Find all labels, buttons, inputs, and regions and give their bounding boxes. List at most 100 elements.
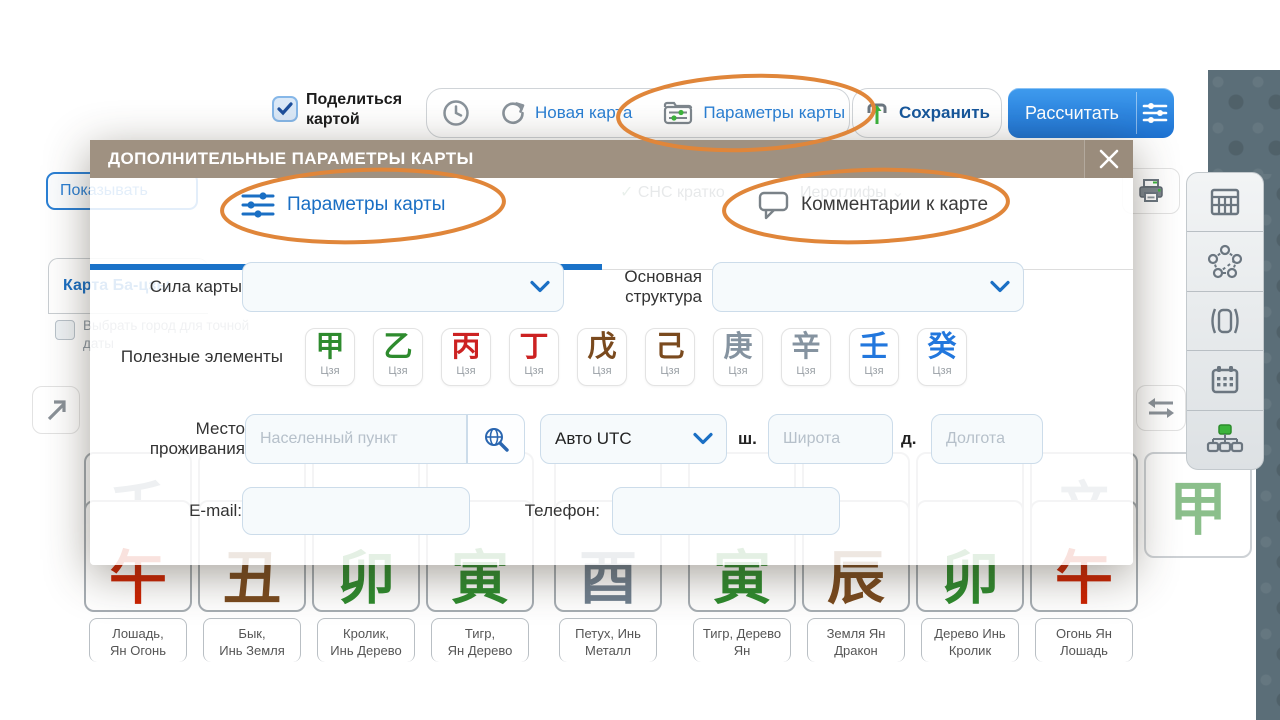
sidebar-item-pillars[interactable] xyxy=(1187,291,1263,350)
latitude-input[interactable] xyxy=(769,415,892,463)
useful-element-ding[interactable]: 丁 Цзя xyxy=(509,328,559,386)
city-input[interactable] xyxy=(246,415,466,463)
modal-title: ДОПОЛНИТЕЛЬНЫЕ ПАРАМЕТРЫ КАРТЫ xyxy=(90,149,474,169)
email-label: E-mail: xyxy=(100,487,242,535)
calculate-button[interactable]: Рассчитать xyxy=(1008,88,1174,138)
stem-sub-label: Цзя xyxy=(578,365,626,377)
share-checkbox-label: Поделиться картой xyxy=(306,90,421,130)
hierarchy-icon xyxy=(1206,422,1244,458)
pillars-icon xyxy=(1207,304,1243,338)
stem-sub-label: Цзя xyxy=(714,365,762,377)
useful-element-xin[interactable]: 辛 Цзя xyxy=(781,328,831,386)
useful-element-bing[interactable]: 丙 Цзя xyxy=(441,328,491,386)
stem-char: 戊 xyxy=(578,329,626,365)
stem-sub-label: Цзя xyxy=(306,365,354,377)
branch-label: Тигр, Ян Дерево xyxy=(431,618,529,662)
stem-char: 甲 xyxy=(306,329,354,365)
stem-char: 乙 xyxy=(374,329,422,365)
chevron-down-icon xyxy=(530,281,550,294)
longitude-input[interactable] xyxy=(932,415,1042,463)
useful-element-gui[interactable]: 癸 Цзя xyxy=(917,328,967,386)
swap-columns-button[interactable] xyxy=(1136,385,1186,431)
stem-char: 丙 xyxy=(442,329,490,365)
tab-chart-comments[interactable]: Комментарии к карте xyxy=(758,178,988,232)
utc-select-value: Авто UTC xyxy=(541,429,632,449)
stem-char: 癸 xyxy=(918,329,966,365)
right-sidebar xyxy=(1186,172,1264,470)
stem-char: 庚 xyxy=(714,329,762,365)
app-window: Показывать ✓ СНС кратко Иероглифы ⌄ Карт… xyxy=(0,0,1280,720)
refresh-icon xyxy=(500,100,526,126)
email-input-wrap xyxy=(242,487,470,535)
city-hint-checkbox[interactable] xyxy=(55,320,75,340)
longitude-abbr: д. xyxy=(901,414,925,464)
structure-label: Основная структура xyxy=(582,262,702,312)
arrow-up-right-icon xyxy=(41,395,71,425)
utc-select[interactable]: Авто UTC xyxy=(540,414,727,464)
calculate-label: Рассчитать xyxy=(1008,88,1136,138)
branch-label: Петух, Инь Металл xyxy=(559,618,657,662)
strength-select[interactable] xyxy=(242,262,564,312)
chevron-down-icon xyxy=(990,281,1010,294)
chart-params-button[interactable]: Параметры карты xyxy=(647,89,860,137)
branch-label: Тигр, Дерево Ян xyxy=(693,618,791,662)
comment-bubble-icon xyxy=(758,190,790,220)
chart-params-icon xyxy=(662,99,694,127)
chart-params-label: Параметры карты xyxy=(703,103,845,123)
left-right-arrows-icon xyxy=(1145,395,1177,421)
stem-char: 丁 xyxy=(510,329,558,365)
useful-element-geng[interactable]: 庚 Цзя xyxy=(713,328,763,386)
useful-element-jia[interactable]: 甲 Цзя xyxy=(305,328,355,386)
latitude-input-wrap xyxy=(768,414,893,464)
structure-select[interactable] xyxy=(712,262,1024,312)
branch-label: Лошадь, Ян Огонь xyxy=(89,618,187,662)
branch-label: Земля Ян Дракон xyxy=(807,618,905,662)
stem-char: 壬 xyxy=(850,329,898,365)
tab-chart-params-label: Параметры карты xyxy=(287,194,445,216)
sidebar-item-table[interactable] xyxy=(1187,173,1263,231)
branch-label: Огонь Ян Лошадь xyxy=(1035,618,1133,662)
tab-chart-params[interactable]: Параметры карты xyxy=(240,178,445,232)
save-group: Сохранить xyxy=(852,88,1002,138)
new-chart-button[interactable]: Новая карта xyxy=(485,89,647,137)
modal-header: ДОПОЛНИТЕЛЬНЫЕ ПАРАМЕТРЫ КАРТЫ xyxy=(90,140,1133,178)
stem-sub-label: Цзя xyxy=(782,365,830,377)
chart-actions-group: Новая карта Параметры карты xyxy=(426,88,850,138)
strength-label: Сила карты xyxy=(100,262,242,312)
email-input[interactable] xyxy=(243,488,469,534)
stem-char: 辛 xyxy=(782,329,830,365)
close-icon xyxy=(1098,148,1120,170)
save-upload-icon xyxy=(864,100,890,126)
calc-settings-button[interactable] xyxy=(1137,88,1174,138)
globe-search-icon xyxy=(483,426,510,453)
expand-button[interactable] xyxy=(32,386,80,434)
sidebar-item-calendar[interactable] xyxy=(1187,350,1263,409)
top-toolbar: Поделиться картой Новая карта xyxy=(0,0,1280,140)
stem-sub-label: Цзя xyxy=(646,365,694,377)
phone-input[interactable] xyxy=(613,488,839,534)
stem-char: 己 xyxy=(646,329,694,365)
history-button[interactable] xyxy=(427,89,485,137)
tab-chart-comments-label: Комментарии к карте xyxy=(801,194,988,216)
city-search-button[interactable] xyxy=(467,414,525,464)
branch-label: Дерево Инь Кролик xyxy=(921,618,1019,662)
latitude-abbr: ш. xyxy=(738,414,762,464)
calendar-icon xyxy=(1207,363,1243,397)
useful-element-ji[interactable]: 己 Цзя xyxy=(645,328,695,386)
sidebar-item-elements-cycle[interactable] xyxy=(1187,231,1263,290)
stem-sub-label: Цзя xyxy=(374,365,422,377)
save-button[interactable]: Сохранить xyxy=(849,89,1005,137)
useful-element-yi[interactable]: 乙 Цзя xyxy=(373,328,423,386)
stem-sub-label: Цзя xyxy=(510,365,558,377)
useful-elements-label: Полезные элементы xyxy=(100,328,283,386)
useful-element-wu[interactable]: 戊 Цзя xyxy=(577,328,627,386)
modal-close-button[interactable] xyxy=(1084,140,1133,178)
chevron-down-icon xyxy=(693,433,713,446)
table-icon xyxy=(1207,185,1243,219)
useful-element-ren[interactable]: 壬 Цзя xyxy=(849,328,899,386)
sidebar-item-hierarchy[interactable] xyxy=(1187,410,1263,469)
stem-sub-label: Цзя xyxy=(918,365,966,377)
sliders-icon xyxy=(240,189,276,221)
printer-icon xyxy=(1136,178,1166,205)
share-checkbox[interactable] xyxy=(272,96,298,122)
